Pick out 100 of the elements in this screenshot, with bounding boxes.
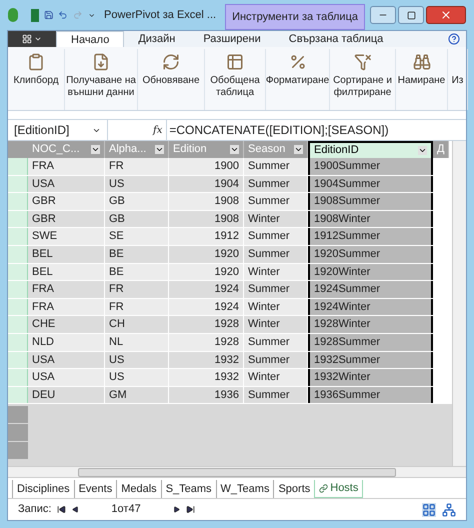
row-selector[interactable] [8, 334, 28, 351]
table-cell: Winter [244, 264, 308, 280]
horizontal-scrollbar[interactable] [8, 466, 466, 478]
table-cell: 1928Summer [308, 334, 433, 351]
row-selector[interactable] [8, 193, 28, 210]
table-cell: Summer [244, 386, 308, 404]
ribbon-group-label: Клипборд [13, 75, 59, 87]
sheet-tab[interactable]: Events [74, 480, 116, 498]
table-cell: Winter [244, 298, 308, 316]
help-icon[interactable] [448, 33, 460, 45]
ribbon-group-button[interactable]: Форматиране [266, 49, 330, 110]
excel-icon[interactable] [30, 8, 39, 22]
table-cell: FR [105, 281, 169, 298]
ribbon-tab[interactable]: Свързана таблица [274, 31, 398, 47]
table-cell: SE [105, 228, 169, 245]
close-button[interactable] [426, 6, 466, 24]
table-cell: Winter [244, 210, 308, 228]
window-title: PowerPivot за Excel ... [104, 8, 216, 23]
row-selector[interactable] [8, 298, 28, 316]
table-cell: BE [105, 246, 169, 263]
record-counter: 1от47 [111, 502, 141, 518]
table-cell: 1924Winter [308, 298, 433, 316]
table-cell: USA [28, 176, 105, 192]
table-cell: FRA [28, 281, 105, 298]
table-cell: FRA [28, 158, 105, 175]
row-selector[interactable] [8, 281, 28, 298]
table-cell: 1904Summer [308, 176, 433, 192]
row-selector[interactable] [8, 210, 28, 228]
row-selector[interactable] [8, 406, 28, 424]
ribbon-group-button[interactable]: Намиране [396, 49, 448, 110]
table-cell: GBR [28, 210, 105, 228]
table-cell: 1908 [169, 210, 244, 228]
row-selector[interactable] [8, 352, 28, 368]
table-cell: 1932Winter [308, 369, 433, 386]
row-selector[interactable] [8, 158, 28, 175]
table-cell: FR [105, 158, 169, 175]
function-button[interactable]: fx [153, 122, 162, 138]
table-cell: US [105, 369, 169, 386]
ribbon-tab[interactable]: Разширени [189, 31, 275, 47]
row-selector[interactable] [8, 442, 28, 460]
grid-icon [22, 34, 32, 44]
ribbon-group-button[interactable]: Обобщена таблица [205, 49, 266, 110]
row-selector[interactable] [8, 228, 28, 245]
table-cell: US [105, 176, 169, 192]
dropdown-icon[interactable] [155, 145, 164, 154]
table-cell: Summer [244, 193, 308, 210]
next-record-icon[interactable] [172, 506, 180, 513]
table-cell: GBR [28, 193, 105, 210]
table-cell: 1924Summer [308, 281, 433, 298]
ribbon-group-button[interactable]: Получаване на външни данни [65, 49, 138, 110]
table-cell: BEL [28, 264, 105, 280]
table-cell: 1908Summer [308, 193, 433, 210]
dropdown-icon[interactable] [418, 146, 427, 155]
maximize-button[interactable] [398, 6, 424, 24]
ribbon-tab[interactable]: Начало [56, 31, 124, 47]
row-selector[interactable] [8, 316, 28, 333]
table-cell: 1904 [169, 176, 244, 192]
row-selector[interactable] [8, 246, 28, 263]
row-selector[interactable] [8, 386, 28, 404]
dropdown-icon[interactable] [230, 145, 239, 154]
row-selector[interactable] [8, 264, 28, 280]
link-icon [319, 484, 328, 493]
ribbon-group-button[interactable]: Обновяване [138, 49, 205, 110]
sheet-tab[interactable]: W_Teams [216, 480, 274, 498]
table-cell: 1908 [169, 193, 244, 210]
previous-record-icon[interactable] [72, 506, 80, 513]
ribbon-group-button[interactable]: Сортиране и филтриране [330, 49, 396, 110]
sheet-tab[interactable]: Medals [116, 480, 161, 498]
column-header[interactable]: EditionID [308, 141, 433, 158]
file-menu-button[interactable] [8, 31, 56, 47]
sheet-tab[interactable]: S_Teams [160, 480, 216, 498]
row-selector[interactable] [8, 369, 28, 386]
ribbon-group-label: Намиране [398, 75, 446, 87]
table-cell: 1928Winter [308, 316, 433, 333]
vertical-scrollbar[interactable] [452, 141, 466, 466]
ribbon-group-button[interactable]: Из [448, 49, 468, 110]
dropdown-icon[interactable] [294, 145, 303, 154]
table-cell: FRA [28, 298, 105, 316]
table-cell: 1912Summer [308, 228, 433, 245]
row-selector[interactable] [8, 424, 28, 442]
ribbon-group-button[interactable]: Клипборд [8, 49, 65, 110]
table-cell: 1936Summer [308, 386, 433, 404]
ribbon-tab[interactable]: Дизайн [124, 31, 190, 47]
table-cell: Summer [244, 334, 308, 351]
last-record-icon[interactable] [186, 505, 195, 514]
save-icon[interactable] [44, 8, 54, 22]
diagram-view-icon[interactable] [442, 502, 456, 516]
grid-view-icon[interactable] [422, 502, 436, 516]
sheet-tab[interactable]: Hosts [314, 480, 364, 498]
first-record-icon[interactable] [57, 505, 66, 514]
app-icon[interactable] [8, 8, 18, 22]
record-label: Запис: [18, 502, 52, 518]
row-selector[interactable] [8, 176, 28, 192]
dropdown-icon[interactable] [91, 145, 100, 154]
sheet-tab[interactable]: Disciplines [12, 480, 74, 498]
table-cell: 1920Summer [308, 246, 433, 263]
table-cell: 1920 [169, 264, 244, 280]
ribbon-group-label: Сортиране и филтриране [333, 75, 392, 99]
table-cell: GM [105, 386, 169, 404]
table-cell: 1928 [169, 316, 244, 333]
